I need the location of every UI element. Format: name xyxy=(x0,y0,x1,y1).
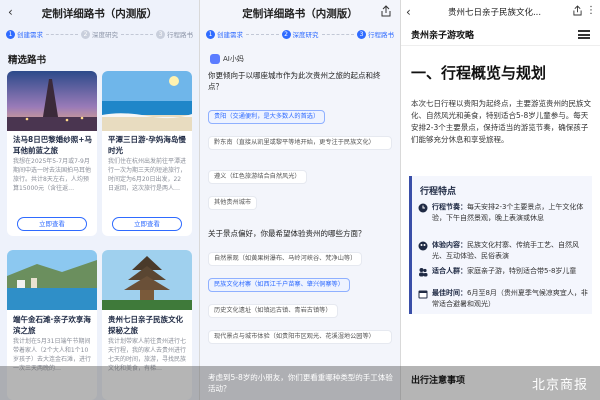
step-research: 2 深度研究 xyxy=(81,29,118,39)
step-itinerary: 3 行程路书 xyxy=(357,29,394,39)
view-button[interactable]: 立即查看 xyxy=(17,217,87,231)
option[interactable]: 民族文化村寨（如西江千户苗寨、肇兴侗寨等） xyxy=(208,278,350,292)
panel-guide: ‹ 贵州七日亲子民族文化... ⋮ 贵州亲子游攻略 一、行程概览与规划 本次七日… xyxy=(401,0,600,400)
features-box: 行程特点 行程节奏：每天安排2-3个主要景点，上午文化体验，下午自然景观，晚上表… xyxy=(409,176,592,314)
step-indicator: 1 创建需求 2 深度研究 3 行程路书 xyxy=(206,28,394,40)
page-title: 定制详细路书（内测版） xyxy=(41,8,158,20)
step-create: 1 创建需求 xyxy=(6,29,43,39)
card-title: 法马8日巴黎婚纱照+马耳他前蓝之旅 xyxy=(13,135,93,155)
card-title: 贵州七日亲子民族文化探秘之旅 xyxy=(108,315,183,335)
section-title: 精选路书 xyxy=(8,55,47,66)
panel-chat: 定制详细路书（内测版） 1 创建需求 2 深度研究 3 行程路书 AI小妈 你更倾向于… xyxy=(200,0,400,400)
beach-image xyxy=(102,71,192,131)
menu-icon[interactable] xyxy=(578,30,590,39)
card-desc: 我想在2025年5-7月或7-9月期间中选一时去法国拍马耳他旅行。共计8天左右，… xyxy=(13,158,92,192)
share-icon[interactable] xyxy=(573,5,582,16)
assistant-name: AI小妈 xyxy=(223,55,244,63)
page-title: 贵州七日亲子民族文化... xyxy=(447,8,542,18)
route-card[interactable]: 平潭三日游·孕妈海岛慢时光 我们住在杭州出发前往平潭进行一次为期三天的短途旅行，… xyxy=(102,71,192,236)
calendar-icon xyxy=(418,290,428,299)
card-desc: 我们住在杭州出发前往平潭进行一次为期三天的短途旅行，时间定为6月20日出发，22… xyxy=(108,158,187,192)
assistant-icon xyxy=(210,54,220,64)
step-research: 2 深度研究 xyxy=(281,29,319,39)
share-icon[interactable] xyxy=(381,5,391,17)
people-icon xyxy=(419,268,428,277)
option[interactable]: 历史文化遗址（如镇远古镇、青岩古镇等） xyxy=(208,304,338,318)
header: 定制详细路书（内测版） xyxy=(200,0,400,26)
card-title: 平潭三日游·孕妈海岛慢时光 xyxy=(108,135,186,155)
doc-header: 贵州亲子游攻略 xyxy=(401,22,600,46)
option[interactable]: 自然景观（如黄果树瀑布、马岭河峡谷、梵净山等） xyxy=(208,252,363,266)
assistant-label: AI小妈 xyxy=(210,54,244,64)
panel-route-list: ‹ 定制详细路书（内测版） 1 创建需求 2 深度研究 3 行程路书 精选路书 法马8… xyxy=(0,0,199,400)
question-craft: 考虑到5-8岁的小朋友，你们更看重哪种类型的手工体验活动？ xyxy=(208,373,393,393)
feature-item: 适合人群：家庭亲子游，特别适合带5-8岁儿童 xyxy=(418,266,588,277)
option[interactable]: 其他贵州城市 xyxy=(208,196,258,210)
overview-paragraph: 本次七日行程以贵阳为起终点，主要游览贵州的民族文化、自然风光和美食，特别适合5-… xyxy=(411,99,591,144)
step-indicator: 1 创建需求 2 深度研究 3 行程路书 xyxy=(6,28,193,40)
pagoda-image xyxy=(102,250,192,310)
paris-image xyxy=(7,71,97,131)
view-button[interactable]: 立即查看 xyxy=(112,217,182,231)
card-title: 端午金石滩·亲子欢享海滨之旅 xyxy=(13,315,91,335)
option[interactable]: 贵阳（交通便利，是大多数人的首选） xyxy=(208,110,326,124)
feature-item: 行程节奏：每天安排2-3个主要景点，上午文化体验，下午自然景观，晚上表演或休息 xyxy=(418,202,588,224)
step-create: 1 创建需求 xyxy=(206,29,243,39)
palette-icon xyxy=(418,241,428,251)
feature-item: 最佳时间：6月至8月（贵州夏季气候凉爽宜人，非常适合避暑和观光） xyxy=(418,288,588,310)
step-itinerary: 3 行程路书 xyxy=(156,29,193,39)
features-title: 行程特点 xyxy=(420,187,457,197)
section-heading: 一、行程概览与规划 xyxy=(411,64,547,82)
question-attractions: 关于景点偏好，你最希望体验贵州的哪些方面？ xyxy=(208,229,366,238)
more-icon[interactable]: ⋮ xyxy=(586,5,596,16)
route-card[interactable]: 法马8日巴黎婚纱照+马耳他前蓝之旅 我想在2025年5-7月或7-9月期间中选一… xyxy=(7,71,97,236)
coast-image xyxy=(7,250,97,310)
screenshot-collage: ‹ 定制详细路书（内测版） 1 创建需求 2 深度研究 3 行程路书 精选路书 法马8… xyxy=(0,0,600,400)
back-icon[interactable]: ‹ xyxy=(406,5,411,19)
page-title: 定制详细路书（内测版） xyxy=(242,8,358,20)
watermark: 北京商报 xyxy=(531,378,588,393)
option[interactable]: 现代景点与城市体验（如贵阳市区观光、花溪湿地公园等） xyxy=(208,330,392,344)
header: ‹ 定制详细路书（内测版） xyxy=(0,0,199,26)
doc-title: 贵州亲子游攻略 xyxy=(411,31,475,41)
feature-item: 体验内容：民族文化村寨、传统手工艺、自然风光、互动体验、民俗表演 xyxy=(418,240,588,262)
subsection-heading: 出行注意事项 xyxy=(411,376,466,386)
option[interactable]: 遵义（红色旅游结合自然风光） xyxy=(208,170,307,184)
question-start-city: 你更倾向于以哪座城市作为此次贵州之旅的起点和终点？ xyxy=(208,71,381,91)
option[interactable]: 黔东南（直接从凯里或黎平等地开始，更专注于民族文化） xyxy=(208,136,392,150)
clock-icon xyxy=(418,203,428,213)
